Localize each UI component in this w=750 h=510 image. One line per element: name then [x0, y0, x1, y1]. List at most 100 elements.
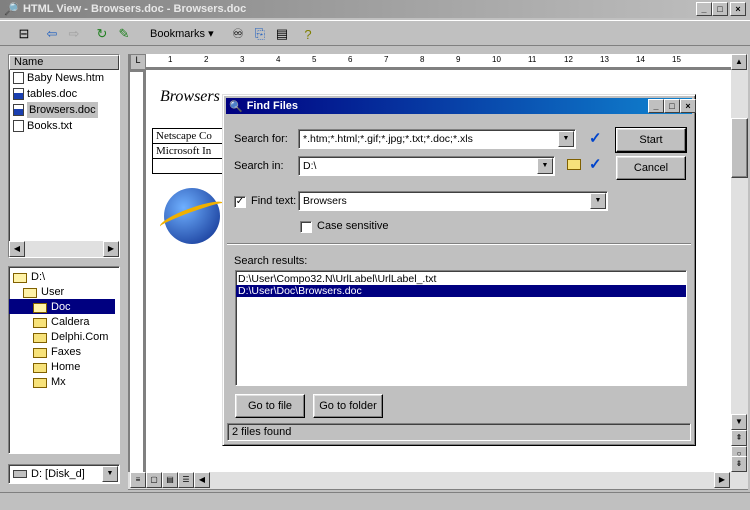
find-text-input[interactable]: Browsers ▼	[298, 191, 608, 211]
search-in-dropdown-button[interactable]: ▼	[537, 158, 553, 174]
case-sensitive-label: Case sensitive	[317, 220, 389, 232]
folder-name: Delphi.Com	[51, 330, 109, 343]
cancel-button[interactable]: Cancel	[616, 156, 686, 180]
search-result-item[interactable]: D:\User\Doc\Browsers.doc	[236, 285, 686, 297]
search-icon: 🔍	[229, 100, 243, 113]
search-results-label: Search results:	[234, 255, 308, 267]
dialog-close-button[interactable]: ×	[680, 99, 696, 113]
folder-tree-item[interactable]: Home	[9, 359, 119, 374]
tree-view-icon[interactable]: ⊟	[14, 24, 34, 44]
ruler-mark: 4	[276, 55, 281, 64]
back-arrow-icon[interactable]: ⇦	[42, 24, 62, 44]
find-file-icon[interactable]: ⎘	[250, 24, 270, 44]
folder-tree-item[interactable]: Caldera	[9, 314, 119, 329]
find-text-dropdown-button[interactable]: ▼	[590, 193, 606, 209]
folder-tree-item[interactable]: Delphi.Com	[9, 329, 119, 344]
folder-icon	[33, 332, 47, 343]
doc-file-icon	[13, 104, 24, 116]
file-list-item[interactable]: tables.doc	[9, 86, 119, 102]
properties-icon[interactable]: ▤	[272, 24, 292, 44]
scroll-right-button[interactable]: ▶	[714, 472, 730, 488]
ruler-mark: 7	[384, 55, 389, 64]
case-sensitive-checkbox[interactable]	[300, 221, 312, 233]
forward-arrow-icon[interactable]: ⇨	[64, 24, 84, 44]
divider	[227, 243, 691, 245]
globe-image	[157, 188, 227, 244]
horizontal-scrollbar-track[interactable]	[25, 241, 103, 257]
tab-selector[interactable]: L	[131, 55, 145, 69]
page-layout-button[interactable]: ▤	[162, 472, 178, 488]
file-list-item[interactable]: Books.txt	[9, 118, 119, 134]
normal-view-button[interactable]: ≡	[130, 472, 146, 488]
scroll-left-button[interactable]: ◀	[9, 241, 25, 257]
file-list-item[interactable]: Baby News.htm	[9, 70, 119, 86]
folder-tree-item[interactable]: Doc	[9, 299, 115, 314]
search-for-input[interactable]: *.htm;*.html;*.gif;*.jpg;*.txt;*.doc;*.x…	[298, 129, 576, 149]
dialog-titlebar: 🔍 Find Files _ □ ×	[226, 98, 696, 114]
file-name: tables.doc	[27, 88, 78, 100]
outline-view-button[interactable]: ☰	[178, 472, 194, 488]
file-name: Books.txt	[27, 120, 73, 132]
go-to-folder-button[interactable]: Go to folder	[313, 394, 383, 418]
status-bar	[0, 492, 750, 510]
open-folder-icon	[33, 302, 47, 313]
browse-folder-icon[interactable]	[567, 159, 581, 170]
window-titlebar: 🔎 HTML View - Browsers.doc - Browsers.do…	[0, 0, 750, 18]
next-page-button[interactable]: ⇟	[731, 456, 747, 472]
ruler-mark: 12	[564, 55, 573, 64]
ruler-mark: 3	[240, 55, 245, 64]
search-for-dropdown-button[interactable]: ▼	[558, 131, 574, 147]
prev-page-button[interactable]: ⇞	[731, 430, 747, 446]
file-name: Browsers.doc	[27, 102, 98, 118]
checkmark-icon[interactable]: ✓	[589, 129, 602, 147]
folder-tree-item[interactable]: Mx	[9, 374, 119, 389]
search-in-input[interactable]: D:\ ▼	[298, 156, 555, 176]
file-list-item[interactable]: Browsers.doc	[9, 102, 119, 118]
go-to-file-button[interactable]: Go to file	[235, 394, 305, 418]
scroll-up-button[interactable]: ▲	[731, 54, 747, 70]
scroll-down-button[interactable]: ▼	[731, 414, 747, 430]
ruler-mark: 10	[492, 55, 501, 64]
open-folder-icon	[23, 287, 37, 298]
drive-select[interactable]: D: [Disk_d] ▼	[8, 464, 120, 484]
table-cell: Microsoft In	[153, 144, 231, 159]
help-icon[interactable]: ?	[298, 24, 318, 44]
folder-tree-item[interactable]: Faxes	[9, 344, 119, 359]
name-column-header[interactable]: Name	[9, 55, 119, 70]
find-binoculars-icon[interactable]: ♾	[228, 24, 248, 44]
drive-dropdown-button[interactable]: ▼	[102, 466, 118, 482]
checkmark-icon[interactable]: ✓	[589, 155, 602, 173]
dialog-minimize-button[interactable]: _	[648, 99, 664, 113]
scroll-right-button[interactable]: ▶	[103, 241, 119, 257]
toolbar: ⊟ ⇦ ⇨ ↻ ✎ Bookmarks ▾ ♾ ⎘ ▤ ?	[0, 20, 750, 46]
vertical-scrollbar[interactable]: ▲ ▼ ⇞ ○ ⇟	[731, 54, 748, 472]
folder-tree-item[interactable]: User	[9, 284, 119, 299]
online-layout-button[interactable]: ▢	[146, 472, 162, 488]
dialog-maximize-button[interactable]: □	[664, 99, 680, 113]
search-results-list[interactable]: D:\User\Compo32.N\UrlLabel\UrlLabel_.txt…	[235, 270, 687, 386]
minimize-button[interactable]: _	[696, 2, 712, 16]
table-cell	[153, 159, 231, 173]
edit-icon[interactable]: ✎	[114, 24, 134, 44]
folder-name: Home	[51, 360, 81, 373]
drive-icon	[13, 470, 27, 478]
close-button[interactable]: ×	[730, 2, 746, 16]
refresh-icon[interactable]: ↻	[92, 24, 112, 44]
ruler-mark: 14	[636, 55, 645, 64]
ruler-mark: 2	[204, 55, 209, 64]
vertical-ruler[interactable]	[130, 72, 144, 472]
find-text-checkbox[interactable]: ✓	[234, 196, 246, 208]
maximize-button[interactable]: □	[712, 2, 728, 16]
htm-file-icon	[13, 72, 24, 84]
horizontal-ruler[interactable]: 1 2 3 4 5 6 7 8 9 10 11 12 13 14 15	[146, 54, 731, 68]
scroll-thumb[interactable]	[731, 118, 748, 178]
start-button[interactable]: Start	[615, 127, 687, 153]
folder-tree-item[interactable]: D:\	[9, 269, 119, 284]
ruler-mark: 5	[312, 55, 317, 64]
ruler-mark: 11	[528, 55, 537, 64]
file-list: Name Baby News.htm tables.doc Browsers.doc…	[8, 54, 120, 258]
bookmarks-menu[interactable]: Bookmarks ▾	[150, 27, 214, 40]
search-result-item[interactable]: D:\User\Compo32.N\UrlLabel\UrlLabel_.txt	[236, 273, 686, 285]
doc-file-icon	[13, 88, 24, 100]
scroll-left-button[interactable]: ◀	[194, 472, 210, 488]
